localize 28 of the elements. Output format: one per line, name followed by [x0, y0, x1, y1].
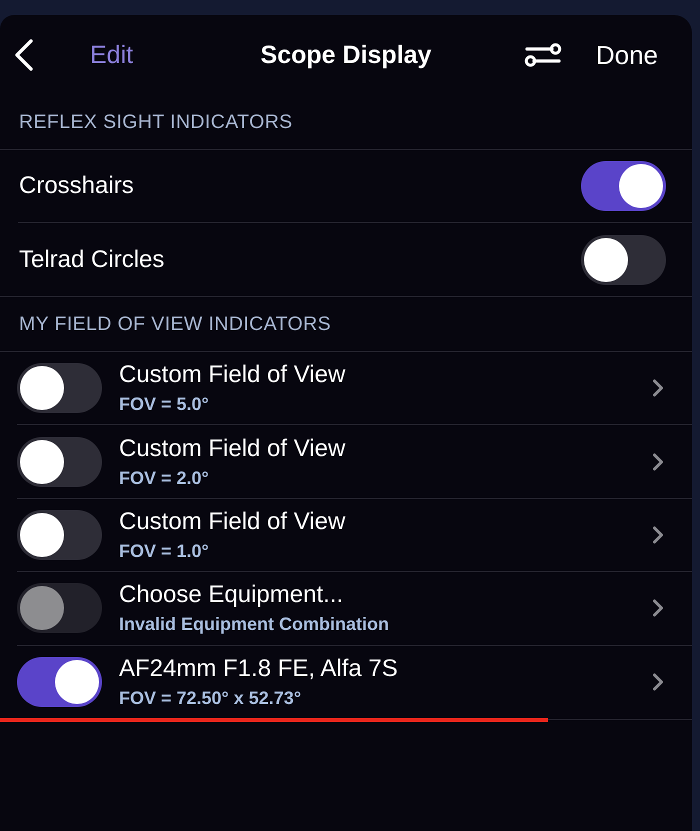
- row-subtitle: FOV = 72.50° x 52.73°: [119, 687, 302, 710]
- chevron-right-icon[interactable]: [652, 673, 664, 692]
- chevron-right-icon[interactable]: [652, 379, 664, 398]
- toggle-switch[interactable]: [581, 234, 666, 284]
- row-subtitle: FOV = 1.0°: [119, 540, 209, 562]
- row-title[interactable]: Custom Field of View: [119, 361, 346, 388]
- row-title[interactable]: Custom Field of View: [119, 434, 346, 462]
- row-subtitle: Invalid Equipment Combination: [119, 613, 389, 636]
- section-header: MY FIELD OF VIEW INDICATORS: [0, 297, 692, 352]
- row-label: Crosshairs: [19, 172, 134, 200]
- row-title[interactable]: Custom Field of View: [119, 508, 346, 535]
- toggle-switch[interactable]: [17, 436, 102, 487]
- chevron-right-icon[interactable]: [652, 526, 664, 544]
- row-subtitle: FOV = 2.0°: [119, 466, 209, 489]
- row-label: Telrad Circles: [19, 246, 164, 274]
- sliders-icon[interactable]: [524, 42, 562, 68]
- toggle-switch[interactable]: [17, 510, 102, 560]
- back-icon[interactable]: [14, 39, 34, 71]
- edit-button[interactable]: Edit: [90, 40, 134, 70]
- row-subtitle: FOV = 5.0°: [119, 393, 209, 416]
- toggle-switch[interactable]: [17, 363, 102, 414]
- chevron-right-icon[interactable]: [652, 452, 664, 471]
- window-title: Scope Display: [260, 40, 432, 70]
- toggle-switch[interactable]: [17, 657, 102, 708]
- row-title[interactable]: AF24mm F1.8 FE, Alfa 7S: [119, 655, 398, 682]
- section-header: REFLEX SIGHT INDICATORS: [0, 95, 692, 150]
- toggle-switch[interactable]: [581, 161, 666, 211]
- done-button[interactable]: Done: [596, 40, 658, 70]
